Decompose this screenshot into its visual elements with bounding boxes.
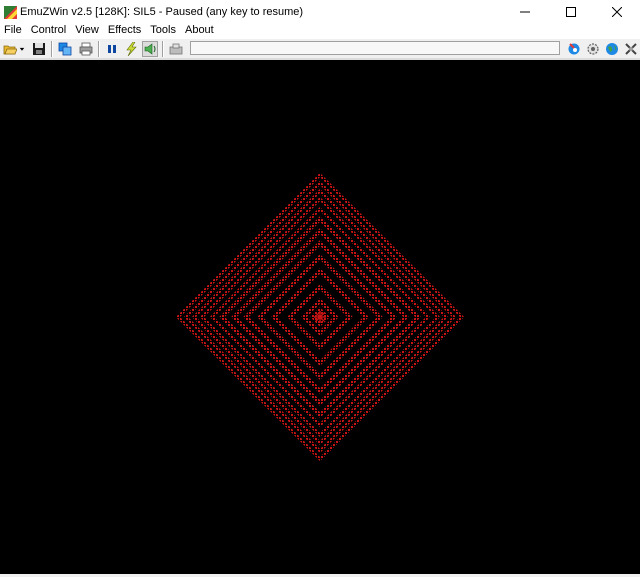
exit-button[interactable]	[623, 41, 639, 57]
close-icon	[612, 7, 622, 17]
help-icon	[568, 43, 580, 55]
minimize-button[interactable]	[502, 0, 548, 24]
sound-button[interactable]	[142, 41, 158, 57]
printer-icon	[79, 42, 93, 56]
emulator-screen[interactable]	[0, 60, 640, 574]
tape-button[interactable]	[168, 41, 184, 57]
maximize-icon	[566, 7, 576, 17]
pause-button[interactable]	[104, 41, 120, 57]
tape-icon	[169, 43, 183, 55]
turbo-button[interactable]	[123, 41, 139, 57]
save-button[interactable]	[31, 41, 47, 57]
maximize-button[interactable]	[548, 0, 594, 24]
web-globe-icon	[606, 43, 618, 55]
turbo-lightning-icon	[126, 42, 137, 56]
dropdown-arrow-icon	[19, 47, 25, 51]
title-bar: EmuZWin v2.5 [128K]: SIL5 - Paused (any …	[0, 0, 640, 24]
window-title: EmuZWin v2.5 [128K]: SIL5 - Paused (any …	[20, 6, 304, 18]
menu-bar: File Control View Effects Tools About	[0, 22, 640, 38]
toolbar	[0, 38, 640, 59]
toolbar-separator	[98, 41, 100, 57]
open-button[interactable]	[2, 41, 18, 57]
sound-speaker-icon	[144, 43, 156, 55]
print-button[interactable]	[78, 41, 94, 57]
app-logo-icon	[4, 5, 17, 19]
close-button[interactable]	[594, 0, 640, 24]
menu-control[interactable]: Control	[27, 22, 71, 38]
settings-button[interactable]	[585, 41, 601, 57]
web-button[interactable]	[604, 41, 620, 57]
toolbar-separator	[51, 41, 53, 57]
status-field	[190, 41, 560, 55]
pause-icon	[108, 45, 116, 53]
menu-tools[interactable]: Tools	[146, 22, 181, 38]
help-button[interactable]	[566, 41, 582, 57]
open-folder-icon	[3, 45, 17, 55]
snapshot-icon	[58, 42, 72, 56]
menu-effects[interactable]: Effects	[104, 22, 146, 38]
minimize-icon	[520, 11, 530, 13]
menu-view[interactable]: View	[71, 22, 104, 38]
save-disk-icon	[33, 43, 45, 55]
open-dropdown-button[interactable]	[17, 41, 27, 57]
toolbar-separator	[162, 41, 164, 57]
menu-about[interactable]: About	[181, 22, 219, 38]
menu-file[interactable]: File	[0, 22, 27, 38]
snapshot-button[interactable]	[57, 41, 73, 57]
diamond-pattern	[175, 172, 465, 462]
settings-icon	[587, 43, 599, 55]
exit-icon	[625, 43, 637, 55]
